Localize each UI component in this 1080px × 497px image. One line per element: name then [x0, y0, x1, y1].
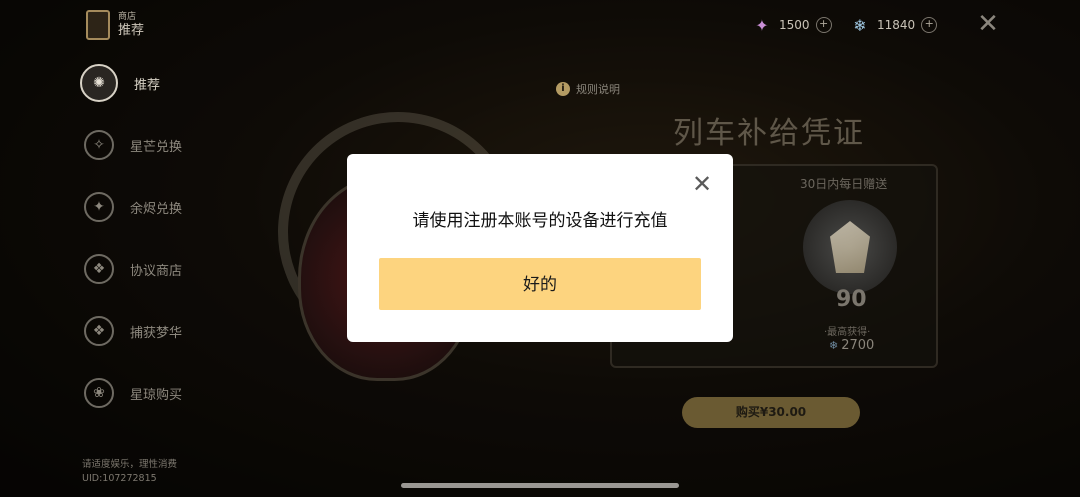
add-currency-button[interactable]: +	[921, 17, 938, 33]
shop-header: 商店 推荐	[86, 10, 144, 40]
add-currency-button[interactable]: +	[815, 17, 832, 33]
max-value: ❄ 2700	[829, 338, 874, 353]
footer-note: 请适度娱乐，理性消费 UID:107272815	[82, 458, 177, 487]
shop-sub-label: 推荐	[118, 22, 145, 38]
sidebar-item-jade[interactable]: ❀ 星琼购买	[84, 378, 182, 408]
info-icon: i	[556, 82, 570, 96]
sidebar-item-label: 推荐	[134, 77, 161, 93]
daily-amount: 90	[836, 287, 867, 312]
page-title: 列车补给凭证	[673, 116, 865, 151]
oneiric-shard-icon: ❄	[829, 339, 839, 352]
home-indicator[interactable]	[401, 483, 679, 488]
embers-icon: ✦	[84, 192, 114, 222]
jade-icon: ❀	[84, 378, 114, 408]
sidebar-item-starlight[interactable]: ✧ 星芒兑换	[84, 130, 182, 160]
dialog-close-icon[interactable]: ✕	[688, 170, 716, 198]
sidebar: 商店 推荐 ✺ 推荐 ✧ 星芒兑换 ✦ 余烬兑换 ❖ 协议商店 ❖ 捕获梦华 ❀…	[0, 0, 220, 497]
rules-label: 规则说明	[576, 83, 620, 96]
max-value-text: 2700	[841, 338, 875, 353]
shop-bag-icon	[86, 10, 110, 40]
protocol-icon: ❖	[84, 254, 114, 284]
sidebar-item-label: 星琼购买	[130, 387, 183, 403]
currency-stellar-jade: ✦ 1500 +	[751, 14, 832, 36]
dream-icon: ❖	[84, 316, 114, 346]
crystal-icon	[803, 200, 897, 294]
stellar-jade-icon: ✦	[755, 15, 769, 35]
sidebar-item-label: 捕获梦华	[130, 325, 183, 341]
sidebar-item-recommend[interactable]: ✺ 推荐	[80, 64, 160, 102]
currency-value: 11840	[877, 18, 916, 32]
sidebar-item-label: 余烬兑换	[130, 201, 183, 217]
recommend-icon: ✺	[80, 64, 118, 102]
sidebar-item-label: 协议商店	[130, 263, 183, 279]
sidebar-item-protocol[interactable]: ❖ 协议商店	[84, 254, 182, 284]
currency-oneiric-shard: ❄ 11840 +	[849, 14, 938, 36]
starlight-icon: ✧	[84, 130, 114, 160]
rules-link[interactable]: i 规则说明	[556, 81, 620, 97]
reward-card-heading: 30日内每日赠送	[800, 177, 888, 191]
moderation-notice: 请适度娱乐，理性消费	[82, 459, 178, 470]
dialog-message: 请使用注册本账号的设备进行充值	[412, 211, 668, 231]
buy-button[interactable]: 购买¥30.00	[682, 397, 860, 428]
shop-label: 商店	[118, 11, 137, 22]
max-label: ·最高获得·	[824, 327, 871, 338]
currency-value: 1500	[779, 18, 810, 32]
sidebar-item-dream[interactable]: ❖ 捕获梦华	[84, 316, 182, 346]
recharge-dialog	[347, 154, 733, 342]
sidebar-item-embers[interactable]: ✦ 余烬兑换	[84, 192, 182, 222]
close-icon[interactable]: ✕	[974, 10, 1002, 38]
sidebar-item-label: 星芒兑换	[130, 139, 183, 155]
uid-label: UID:107272815	[82, 473, 157, 485]
ok-button[interactable]: 好的	[379, 258, 701, 310]
oneiric-shard-icon: ❄	[853, 15, 867, 35]
